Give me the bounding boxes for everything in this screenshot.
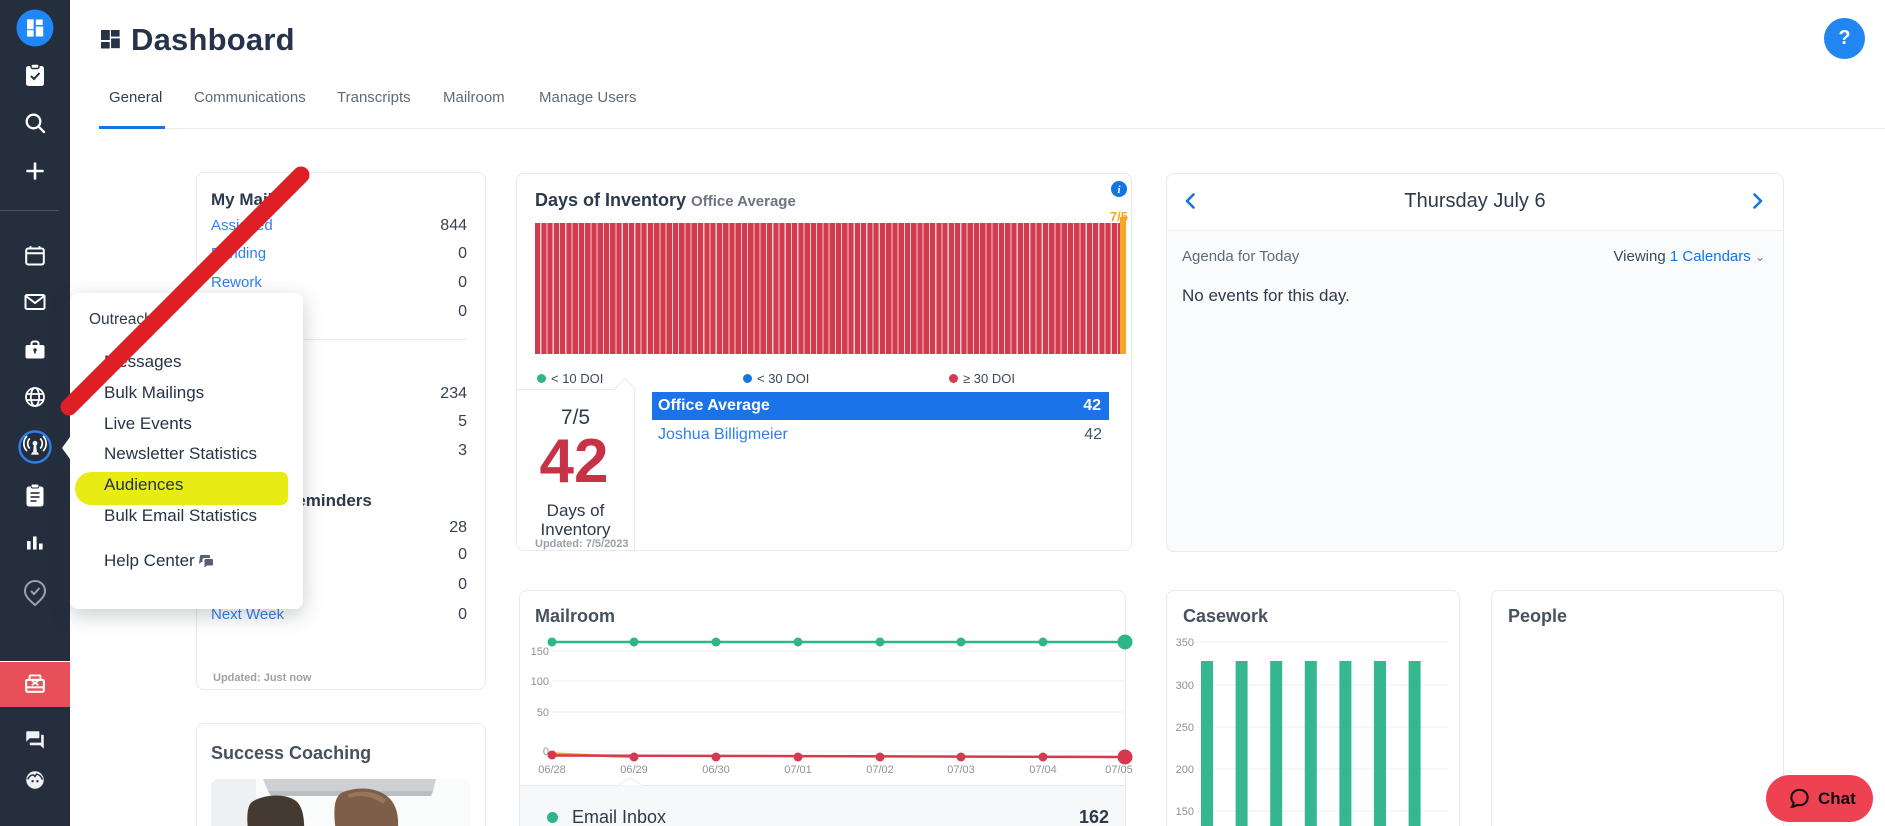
svg-text:06/28: 06/28 — [538, 764, 566, 776]
svg-text:07/02: 07/02 — [866, 764, 894, 776]
svg-text:100: 100 — [531, 676, 549, 688]
svg-text:07/04: 07/04 — [1029, 764, 1057, 776]
svg-text:150: 150 — [531, 646, 549, 658]
svg-text:350: 350 — [1176, 637, 1194, 649]
svg-text:250: 250 — [1176, 722, 1194, 734]
svg-text:06/29: 06/29 — [620, 764, 648, 776]
svg-text:07/01: 07/01 — [784, 764, 812, 776]
svg-text:300: 300 — [1176, 680, 1194, 692]
svg-text:06/30: 06/30 — [702, 764, 730, 776]
svg-text:200: 200 — [1176, 764, 1194, 776]
svg-text:150: 150 — [1176, 806, 1194, 818]
svg-text:07/05: 07/05 — [1105, 764, 1133, 776]
svg-text:50: 50 — [537, 707, 549, 719]
svg-text:07/03: 07/03 — [947, 764, 975, 776]
